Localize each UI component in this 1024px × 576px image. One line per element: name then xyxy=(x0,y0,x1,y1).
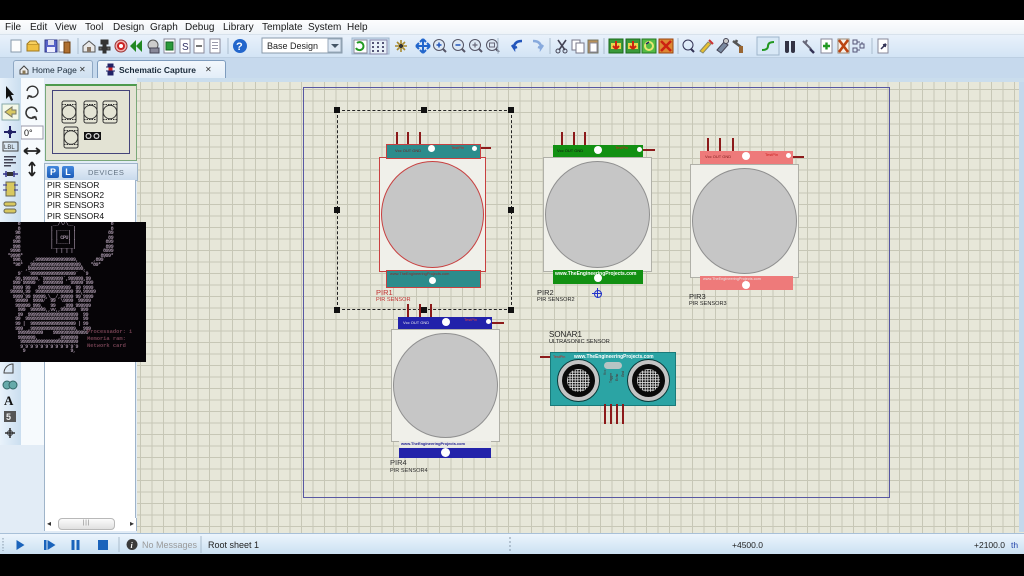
svg-text:No Messages: No Messages xyxy=(142,540,198,550)
svg-text:Root sheet 1: Root sheet 1 xyxy=(208,540,259,550)
svg-text:th: th xyxy=(1011,540,1018,550)
svg-text:+4500.0: +4500.0 xyxy=(732,540,763,550)
svg-text:+2100.0: +2100.0 xyxy=(974,540,1005,550)
